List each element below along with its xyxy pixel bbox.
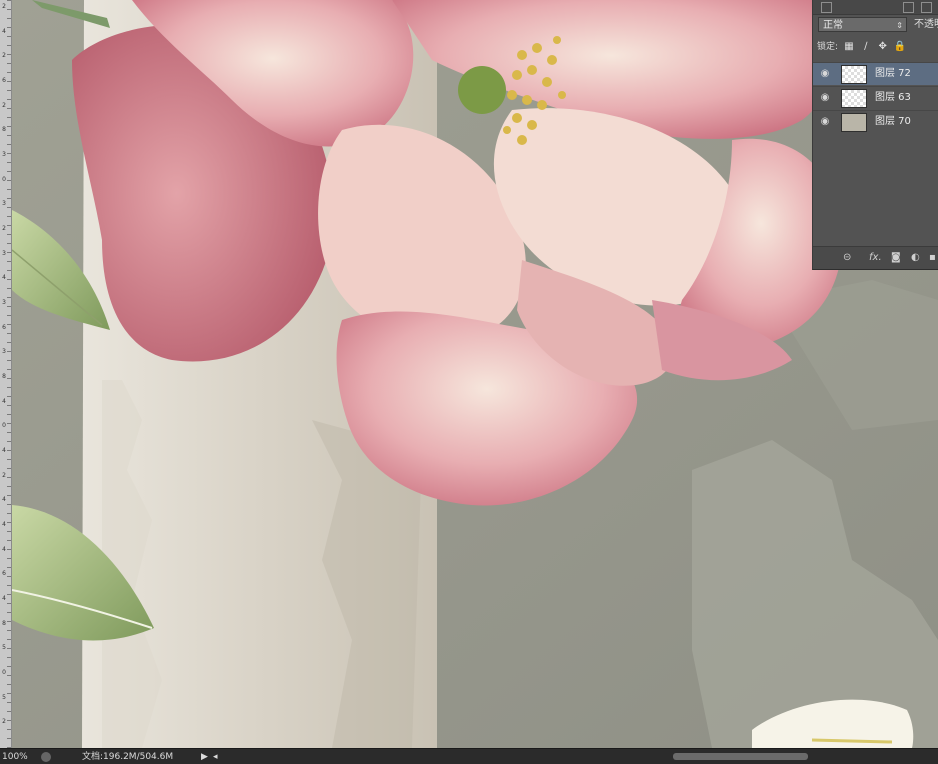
lock-transparent-icon[interactable]: ▦ (843, 40, 855, 54)
panel-header (813, 0, 938, 15)
ruler-label: 4 (2, 274, 6, 282)
ruler-label: 3 (2, 151, 6, 158)
ruler-label: 5 (2, 644, 6, 652)
ruler-label: 6 (2, 323, 6, 331)
ruler-label: 4 (2, 27, 6, 35)
document-info: 文档:196.2M/504.6M (82, 752, 174, 762)
ruler-label: 2 (2, 3, 6, 10)
visibility-eye-icon[interactable]: ◉ (819, 68, 831, 80)
ruler-label: 3 (2, 348, 6, 356)
ruler-label: 3 (2, 299, 6, 306)
ruler-label: 2 (2, 718, 6, 726)
ruler-label: 4 (2, 496, 6, 504)
lock-move-icon[interactable]: ✥ (877, 40, 889, 54)
fx-icon[interactable]: fx. (869, 251, 882, 265)
ruler-label: 8 (2, 373, 6, 380)
ruler-label: 4 (2, 595, 6, 602)
ruler-label: 4 (2, 545, 6, 553)
ruler-label: 2 (2, 52, 6, 60)
photoshop-window: 2 4 2 6 2 8 3 0 3 2 3 4 3 6 3 8 4 0 4 2 4 4 4 6 4 8 5 0 5 2 正常 ⇕ 不透 锁… (0, 0, 938, 764)
layer-name: 图层 63 (875, 92, 911, 103)
ruler-label: 5 (2, 693, 6, 701)
filter-adjust-icon[interactable] (921, 2, 932, 13)
ruler-label: 4 (2, 521, 6, 528)
zoom-icon[interactable] (41, 752, 51, 762)
status-menu-arrow-icon[interactable]: ▶ (201, 749, 208, 764)
ruler-label: 2 (2, 471, 6, 479)
ruler-label: 3 (2, 249, 6, 257)
ruler-label: 4 (2, 397, 6, 405)
ruler-label: 6 (2, 570, 6, 578)
lock-all-icon[interactable]: 🔒 (894, 40, 906, 54)
layer-thumbnail (841, 65, 867, 84)
ruler-label: 6 (2, 77, 6, 84)
layer-thumbnail (841, 113, 867, 132)
ruler-label: 0 (2, 175, 6, 183)
ruler-label: 2 (2, 101, 6, 109)
layer-row-70[interactable]: ◉ 图层 70 (813, 110, 938, 133)
vertical-ruler[interactable]: 2 4 2 6 2 8 3 0 3 2 3 4 3 6 3 8 4 0 4 2 4 4 4 6 4 8 5 0 5 2 (0, 0, 12, 748)
layer-name: 图层 72 (875, 68, 911, 79)
filter-kind-icon[interactable] (821, 2, 832, 13)
ruler-label: 2 (2, 225, 6, 232)
panel-footer: ⊝ fx. ◙ ◐ ▪ (813, 246, 938, 269)
ruler-label: 0 (2, 669, 6, 676)
lock-label: 锁定: (817, 42, 839, 52)
link-icon[interactable]: ⊝ (843, 251, 851, 265)
ruler-label: 0 (2, 422, 6, 430)
blend-mode-select[interactable]: 正常 ⇕ (818, 17, 907, 32)
layer-name: 图层 70 (875, 116, 911, 127)
blend-mode-value: 正常 (823, 20, 843, 31)
layers-panel: 正常 ⇕ 不透明 锁定: ▦ ∕ ✥ 🔒 ◉ 图层 72 ◉ 图层 63 ◉ 图… (812, 0, 938, 270)
chevron-down-icon: ⇕ (896, 21, 903, 30)
visibility-eye-icon[interactable]: ◉ (819, 92, 831, 104)
lock-paint-icon[interactable]: ∕ (860, 40, 872, 54)
horizontal-scrollbar[interactable] (673, 753, 808, 760)
new-layer-icon[interactable]: ▪ (929, 251, 936, 265)
ruler-label: 8 (2, 126, 6, 134)
layer-thumbnail (841, 89, 867, 108)
ruler-label: 4 (2, 447, 6, 454)
layer-row-72[interactable]: ◉ 图层 72 (813, 62, 938, 85)
document-canvas[interactable] (12, 0, 938, 748)
ruler-label: 3 (2, 200, 6, 208)
filter-image-icon[interactable] (903, 2, 914, 13)
artwork (12, 0, 938, 748)
lock-row: 锁定: ▦ ∕ ✥ 🔒 (817, 40, 938, 54)
visibility-eye-icon[interactable]: ◉ (819, 116, 831, 128)
mask-icon[interactable]: ◙ (891, 251, 901, 265)
opacity-label[interactable]: 不透明 (914, 17, 938, 32)
zoom-level[interactable]: 100% (2, 749, 28, 764)
scroll-left-icon[interactable]: ◂ (213, 749, 218, 764)
layer-row-63[interactable]: ◉ 图层 63 (813, 86, 938, 109)
ruler-label: 8 (2, 619, 6, 627)
status-bar: 100% 文档:196.2M/504.6M ▶ ◂ (0, 748, 938, 764)
adjustment-icon[interactable]: ◐ (911, 251, 920, 265)
